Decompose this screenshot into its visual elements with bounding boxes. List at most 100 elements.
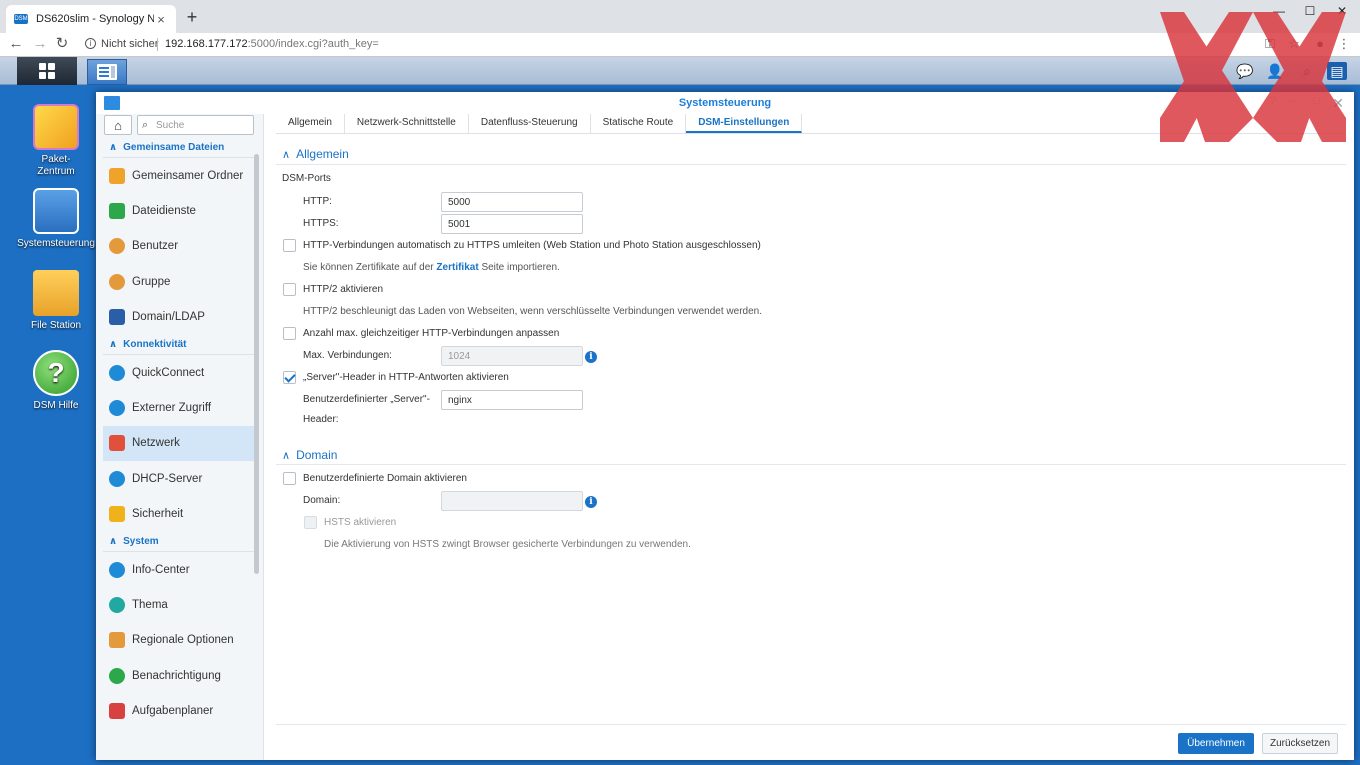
dsm-taskbar: 💬 👤 ⌕ ▤ [0,57,1360,85]
sidebar-item-dhcp-server[interactable]: DHCP-Server [103,461,254,496]
sidebar-item-theme[interactable]: Thema [103,587,254,622]
new-tab-icon[interactable]: + [184,7,200,28]
chevron-up-icon: ∧ [109,535,118,547]
section-title: Gemeinsame Dateien [123,142,225,153]
http2-label: HTTP/2 aktivieren [303,284,384,295]
search-icon[interactable]: ⌕ [1297,62,1317,80]
sidebar-item-label: Dateidienste [132,205,196,218]
widgets-icon[interactable]: ▤ [1327,62,1347,80]
search-icon: ⌕ [142,118,149,131]
tab-dsm-settings[interactable]: DSM-Einstellungen [686,114,803,133]
security-icon [109,506,125,523]
main-menu-button[interactable] [17,57,77,85]
help-icon: ? [33,350,79,396]
network-icon [109,435,125,452]
max-connections-field[interactable] [441,346,583,366]
browser-tab-bar: DSM DS620slim - Synology NAS × + — ☐ ✕ [0,0,1360,33]
minimize-icon[interactable]: — [1287,95,1298,107]
section-general-header[interactable]: ∧ Allgemein [282,147,349,161]
tab-static-route[interactable]: Statische Route [591,114,687,133]
sidebar-item-network[interactable]: Netzwerk [103,425,254,462]
sidebar-item-notification[interactable]: Benachrichtigung [103,658,254,693]
custom-server-header-label-2: Header: [303,414,339,425]
bookmark-star-icon[interactable]: ☆ [1286,36,1302,52]
desktop-icon-label: DSM Hilfe [33,400,79,411]
section-shared-files[interactable]: ∧ Gemeinsame Dateien [103,138,254,158]
sidebar-item-security[interactable]: Sicherheit [103,497,254,532]
http2-checkbox[interactable] [283,283,296,296]
server-header-checkbox[interactable] [283,371,296,384]
sidebar-item-task-scheduler[interactable]: Aufgabenplaner [103,693,254,728]
max-connections-checkbox[interactable] [283,327,296,340]
tab-network-interface[interactable]: Netzwerk-Schnittstelle [345,114,469,133]
search-input[interactable] [156,119,246,131]
home-button[interactable]: ⌂ [104,115,132,135]
url-host: 192.168.177.172 [165,38,248,50]
sidebar-item-regional-options[interactable]: Regionale Optionen [103,623,254,658]
sidebar-item-file-services[interactable]: Dateidienste [103,193,254,228]
sidebar-item-info-center[interactable]: Info-Center [103,552,254,587]
sidebar-search[interactable]: ⌕ [137,115,254,135]
redirect-https-checkbox[interactable] [283,239,296,252]
desktop-icon-label: File Station [30,320,82,331]
external-access-icon [109,400,125,417]
notifications-icon[interactable]: 💬 [1235,62,1255,80]
https-port-field[interactable] [441,214,583,234]
sidebar-item-label: Info-Center [132,563,190,576]
profile-icon[interactable]: ● [1312,36,1328,51]
not-secure-label[interactable]: Nicht sicher [101,38,158,50]
apply-button[interactable]: Übernehmen [1178,733,1254,754]
sidebar-item-group[interactable]: Gruppe [103,264,254,299]
maximize-window-icon[interactable]: ☐ [1295,4,1325,18]
domain-field[interactable] [441,491,583,511]
site-info-icon[interactable]: i [85,38,96,49]
certificate-link[interactable]: Zertifikat [436,262,478,273]
sidebar-item-shared-folder[interactable]: Gemeinsamer Ordner [103,158,254,193]
minimize-window-icon[interactable]: — [1264,4,1294,18]
section-connectivity[interactable]: ∧ Konnektivität [103,335,254,355]
browser-menu-icon[interactable]: ⋮ [1336,36,1352,52]
http-port-field[interactable] [441,192,583,212]
sidebar-item-domain-ldap[interactable]: Domain/LDAP [103,300,254,335]
desktop-dsm-help[interactable]: ? DSM Hilfe [11,350,101,412]
tab-traffic-control[interactable]: Datenfluss-Steuerung [469,114,591,133]
sidebar-item-external-access[interactable]: Externer Zugriff [103,390,254,425]
sidebar-item-label: Regionale Optionen [132,634,234,647]
close-window-icon[interactable]: ✕ [1327,4,1357,18]
info-icon[interactable]: i [585,351,597,363]
custom-domain-checkbox[interactable] [283,472,296,485]
url-field[interactable]: 192.168.177.172:5000/index.cgi?auth_key= [165,38,379,50]
desktop-control-panel[interactable]: Systemsteuerung [11,188,101,250]
taskbar-control-panel-button[interactable] [87,59,127,85]
hsts-checkbox[interactable] [304,516,317,529]
section-title: Konnektivität [123,338,187,350]
sidebar-item-quickconnect[interactable]: QuickConnect [103,355,254,390]
maximize-icon[interactable]: □ [1313,95,1320,107]
custom-server-header-field[interactable] [441,390,583,410]
sidebar-item-label: Thema [132,598,168,611]
quickconnect-icon [109,364,125,381]
tab-general[interactable]: Allgemein [276,114,345,133]
help-window-icon[interactable]: ? [1270,95,1276,107]
forward-icon[interactable]: → [32,35,48,53]
browser-tab[interactable]: DSM DS620slim - Synology NAS × [6,5,176,33]
close-tab-icon[interactable]: × [154,12,168,27]
sidebar-item-label: Netzwerk [132,437,180,450]
section-domain-header[interactable]: ∧ Domain [282,448,337,462]
group-icon [109,273,125,290]
sidebar-item-user[interactable]: Benutzer [103,229,254,264]
section-system[interactable]: ∧ System [103,532,254,552]
back-icon[interactable]: ← [8,35,24,53]
close-icon[interactable]: ✕ [1332,95,1344,112]
window-title: Systemsteuerung [678,97,772,109]
info-icon[interactable]: i [585,496,597,508]
window-header[interactable]: Systemsteuerung ? — □ ✕ [96,92,1354,114]
reload-icon[interactable]: ↻ [54,35,70,53]
desktop-package-center[interactable]: Paket-Zentrum [11,104,101,178]
user-options-icon[interactable]: 👤 [1265,62,1285,80]
sidebar-scrollbar[interactable] [254,154,259,574]
reset-button[interactable]: Zurücksetzen [1262,733,1338,754]
key-icon[interactable]: ⚿ [1262,36,1278,52]
desktop-file-station[interactable]: File Station [11,270,101,332]
custom-server-header-label: Benutzerdefinierter „Server"- [303,394,430,405]
